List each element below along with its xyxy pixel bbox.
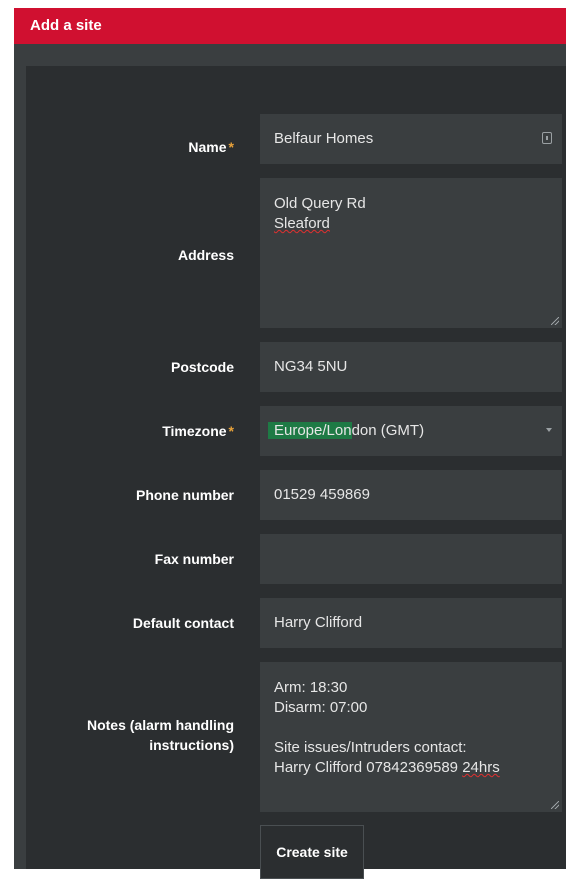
default-contact-input[interactable]: Harry Clifford bbox=[260, 598, 562, 648]
fax-input[interactable] bbox=[260, 534, 562, 584]
name-input[interactable]: Belfaur Homes bbox=[260, 114, 562, 164]
notes-line-4: Site issues/Intruders contact: bbox=[274, 739, 467, 756]
phone-value: 01529 459869 bbox=[274, 486, 370, 503]
phone-label: Phone number bbox=[135, 487, 234, 503]
default-contact-label: Default contact bbox=[132, 615, 234, 631]
required-star: * bbox=[228, 139, 234, 155]
postcode-label: Postcode bbox=[170, 359, 234, 375]
timezone-label: Timezone * bbox=[162, 423, 234, 439]
add-site-dialog: Add a site Name * Belfaur Homes Address O… bbox=[14, 8, 566, 879]
phone-input[interactable]: 01529 459869 bbox=[260, 470, 562, 520]
fax-label: Fax number bbox=[154, 551, 234, 567]
postcode-value: NG34 5NU bbox=[274, 358, 348, 375]
name-value: Belfaur Homes bbox=[274, 130, 374, 147]
password-manager-icon[interactable] bbox=[542, 132, 552, 144]
notes-line-5: Harry Clifford 07842369589 24hrs bbox=[274, 759, 500, 776]
address-label: Address bbox=[177, 247, 234, 263]
resize-handle-icon[interactable] bbox=[551, 317, 559, 325]
address-line-2: Sleaford bbox=[274, 215, 330, 232]
dropdown-arrow-icon[interactable] bbox=[546, 428, 552, 432]
create-site-button[interactable]: Create site bbox=[260, 825, 364, 879]
notes-line-1: Arm: 18:30 bbox=[274, 679, 348, 696]
postcode-input[interactable]: NG34 5NU bbox=[260, 342, 562, 392]
notes-textarea[interactable]: Arm: 18:30 Disarm: 07:00 Site issues/Int… bbox=[260, 662, 562, 812]
site-form: Name * Belfaur Homes Address Old Query Rd… bbox=[26, 66, 566, 879]
address-textarea[interactable]: Old Query Rd Sleaford bbox=[260, 178, 562, 328]
name-label: Name * bbox=[188, 139, 234, 155]
address-line-1: Old Query Rd bbox=[274, 195, 366, 212]
required-star: * bbox=[228, 423, 234, 439]
resize-handle-icon[interactable] bbox=[551, 801, 559, 809]
notes-line-2: Disarm: 07:00 bbox=[274, 699, 368, 716]
timezone-value: don (GMT) bbox=[351, 422, 425, 439]
timezone-select[interactable]: Europe/London (GMT) bbox=[260, 406, 562, 456]
notes-label: Notes (alarm handling instructions) bbox=[86, 717, 234, 753]
default-contact-value: Harry Clifford bbox=[274, 614, 363, 631]
timezone-selection-highlight: Europe/Lon bbox=[268, 422, 352, 439]
dialog-title: Add a site bbox=[14, 8, 566, 44]
notes-line-3 bbox=[274, 718, 548, 738]
